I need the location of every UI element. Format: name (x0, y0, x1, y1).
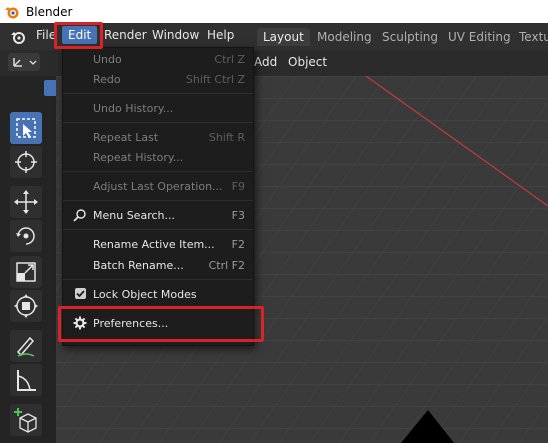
menu-item-rename-active-item[interactable]: Rename Active Item... F2 (63, 233, 253, 255)
tool-transform[interactable] (10, 290, 42, 322)
move-icon (14, 190, 38, 214)
menu-item-adjust-last-operation[interactable]: Adjust Last Operation... F9 (63, 175, 253, 197)
menu-item-repeat-history[interactable]: Repeat History... (63, 146, 253, 168)
menu-item-undo-history[interactable]: Undo History... (63, 97, 253, 119)
rotate-icon (16, 227, 35, 245)
tab-layout[interactable]: Layout (257, 28, 310, 46)
edit-menu-highlight (54, 22, 103, 49)
cursor-icon (15, 151, 37, 173)
select-mode-button[interactable] (44, 80, 56, 96)
menu-separator (63, 171, 253, 172)
menu-separator (63, 279, 253, 280)
checkbox-checked-icon[interactable] (75, 288, 86, 299)
tool-measure[interactable] (10, 364, 42, 396)
blender-menu-icon[interactable] (10, 29, 26, 45)
tool-shelf (0, 76, 56, 443)
measure-icon (17, 370, 36, 391)
menu-separator (63, 200, 253, 201)
edit-menu-dropdown: Undo Ctrl Z Redo Shift Ctrl Z Undo Histo… (62, 47, 254, 346)
viewport-menu-add[interactable]: Add (254, 55, 277, 69)
annotate-pencil-icon (16, 336, 35, 357)
scale-icon (16, 262, 36, 282)
search-icon (73, 209, 86, 222)
tool-move[interactable] (10, 186, 42, 218)
window-title: Blender (26, 4, 73, 19)
editor-type-button[interactable] (8, 53, 40, 71)
tool-add-cube[interactable] (10, 404, 42, 436)
tool-select-box[interactable] (10, 112, 42, 144)
menu-item-batch-rename[interactable]: Batch Rename... Ctrl F2 (63, 254, 253, 276)
tab-modeling[interactable]: Modeling (311, 28, 378, 46)
menu-item-redo[interactable]: Redo Shift Ctrl Z (63, 68, 253, 90)
menu-separator (63, 229, 253, 230)
tool-rotate[interactable] (10, 220, 42, 252)
tool-annotate[interactable] (10, 330, 42, 362)
add-cube-icon (14, 408, 37, 433)
transform-icon (14, 294, 38, 318)
menu-window[interactable]: Window (152, 28, 199, 42)
viewport-menu-object[interactable]: Object (288, 55, 327, 69)
preferences-highlight (58, 306, 264, 342)
menu-separator (63, 93, 253, 94)
menu-help[interactable]: Help (207, 28, 234, 42)
tab-sculpting[interactable]: Sculpting (376, 28, 444, 46)
select-box-icon (16, 118, 36, 138)
tool-scale[interactable] (10, 256, 42, 288)
tab-uv-editing[interactable]: UV Editing (442, 28, 517, 46)
menu-item-lock-object-modes[interactable]: Lock Object Modes (63, 283, 253, 305)
menu-item-repeat-last[interactable]: Repeat Last Shift R (63, 126, 253, 148)
chevron-down-icon (29, 60, 37, 65)
menu-item-undo[interactable]: Undo Ctrl Z (63, 48, 253, 70)
tab-texture-paint[interactable]: Textu (513, 28, 548, 46)
menu-render[interactable]: Render (104, 28, 147, 42)
tool-cursor[interactable] (10, 146, 42, 178)
menu-separator (63, 122, 253, 123)
title-bar: Blender (0, 0, 548, 23)
blender-logo-icon (5, 6, 19, 18)
menu-item-menu-search[interactable]: Menu Search... F3 (63, 204, 253, 226)
axes-icon (13, 58, 22, 67)
